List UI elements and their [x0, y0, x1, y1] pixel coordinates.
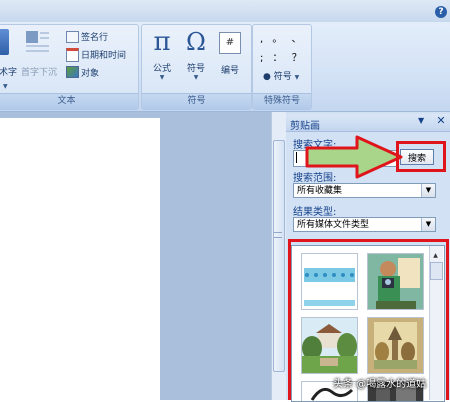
text-group-label: 文本	[0, 93, 138, 109]
object-icon[interactable]	[66, 66, 79, 78]
type-label: 结果类型:	[293, 207, 337, 218]
symbols-group: π 公式 ▼ Ω 符号 ▼ # 编号 符号	[141, 24, 252, 110]
datetime-label[interactable]: 日期和时间	[81, 48, 126, 61]
equation-icon: π	[153, 27, 171, 57]
signature-icon[interactable]	[66, 31, 79, 43]
type-select[interactable]: 所有媒体文件类型	[293, 217, 436, 232]
text-cursor	[296, 152, 297, 163]
special-symbol-label: 符号	[273, 72, 292, 82]
special-group-label: 特殊符号	[253, 93, 311, 109]
scrollbar-thumb[interactable]	[273, 140, 285, 372]
special-row-2[interactable]: ; ： ？	[260, 49, 305, 64]
symbols-group-label: 符号	[142, 93, 251, 109]
ribbon: 术字 ▼ 首字下沉 签名行 日期和时间 对象 文本 π 公式 ▼ Ω 符号 ▼ …	[0, 22, 450, 112]
scope-select[interactable]: 所有收藏集	[293, 183, 436, 198]
title-strip	[0, 0, 450, 23]
pane-title: 剪贴画	[290, 121, 320, 132]
symbol-icon: Ω	[186, 28, 206, 56]
special-symbols-group: , 。 、 ; ： ？ ● 符号 ▼ 特殊符号	[252, 24, 312, 110]
number-label: 编号	[220, 66, 239, 76]
type-value: 所有媒体文件类型	[297, 220, 370, 230]
wordart-icon[interactable]	[0, 29, 9, 55]
pane-menu-icon[interactable]: ▼	[418, 116, 428, 126]
datetime-icon[interactable]	[66, 48, 79, 62]
equation-dropdown-icon: ▼	[159, 74, 165, 81]
dropcap-label[interactable]: 首字下沉	[21, 65, 57, 78]
object-label[interactable]: 对象	[81, 66, 99, 79]
dropcap-icon[interactable]	[24, 29, 50, 55]
help-icon[interactable]: ?	[435, 6, 447, 18]
special-row-1[interactable]: , 。 、	[260, 30, 305, 45]
symbol-dropdown-icon: ▼	[193, 74, 199, 81]
symbol-label: 符号	[186, 64, 205, 74]
scope-dropdown-icon[interactable]: ▼	[421, 184, 435, 197]
equation-label: 公式	[152, 64, 171, 74]
special-symbol-button[interactable]: ● 符号 ▼	[263, 69, 299, 82]
number-icon: #	[219, 32, 241, 54]
type-dropdown-icon[interactable]: ▼	[421, 218, 435, 231]
symbol-button[interactable]: Ω 符号 ▼	[180, 27, 212, 81]
signature-label[interactable]: 签名行	[81, 30, 108, 43]
number-button[interactable]: # 编号	[214, 27, 246, 76]
wordart-dropdown-icon[interactable]: ▼	[3, 81, 8, 91]
watermark: 头条 @喝露水的道姑	[333, 379, 427, 390]
equation-button[interactable]: π 公式 ▼	[146, 27, 178, 81]
text-group: 术字 ▼ 首字下沉 签名行 日期和时间 对象 文本	[0, 24, 139, 110]
document-page[interactable]	[0, 118, 160, 400]
close-icon[interactable]: ✕	[435, 115, 447, 127]
scrollbar-grip	[274, 232, 282, 238]
arrow-annotation-icon	[305, 135, 405, 179]
search-button-highlight	[396, 141, 446, 172]
wordart-label[interactable]: 术字	[0, 65, 17, 78]
scope-value: 所有收藏集	[297, 186, 343, 196]
